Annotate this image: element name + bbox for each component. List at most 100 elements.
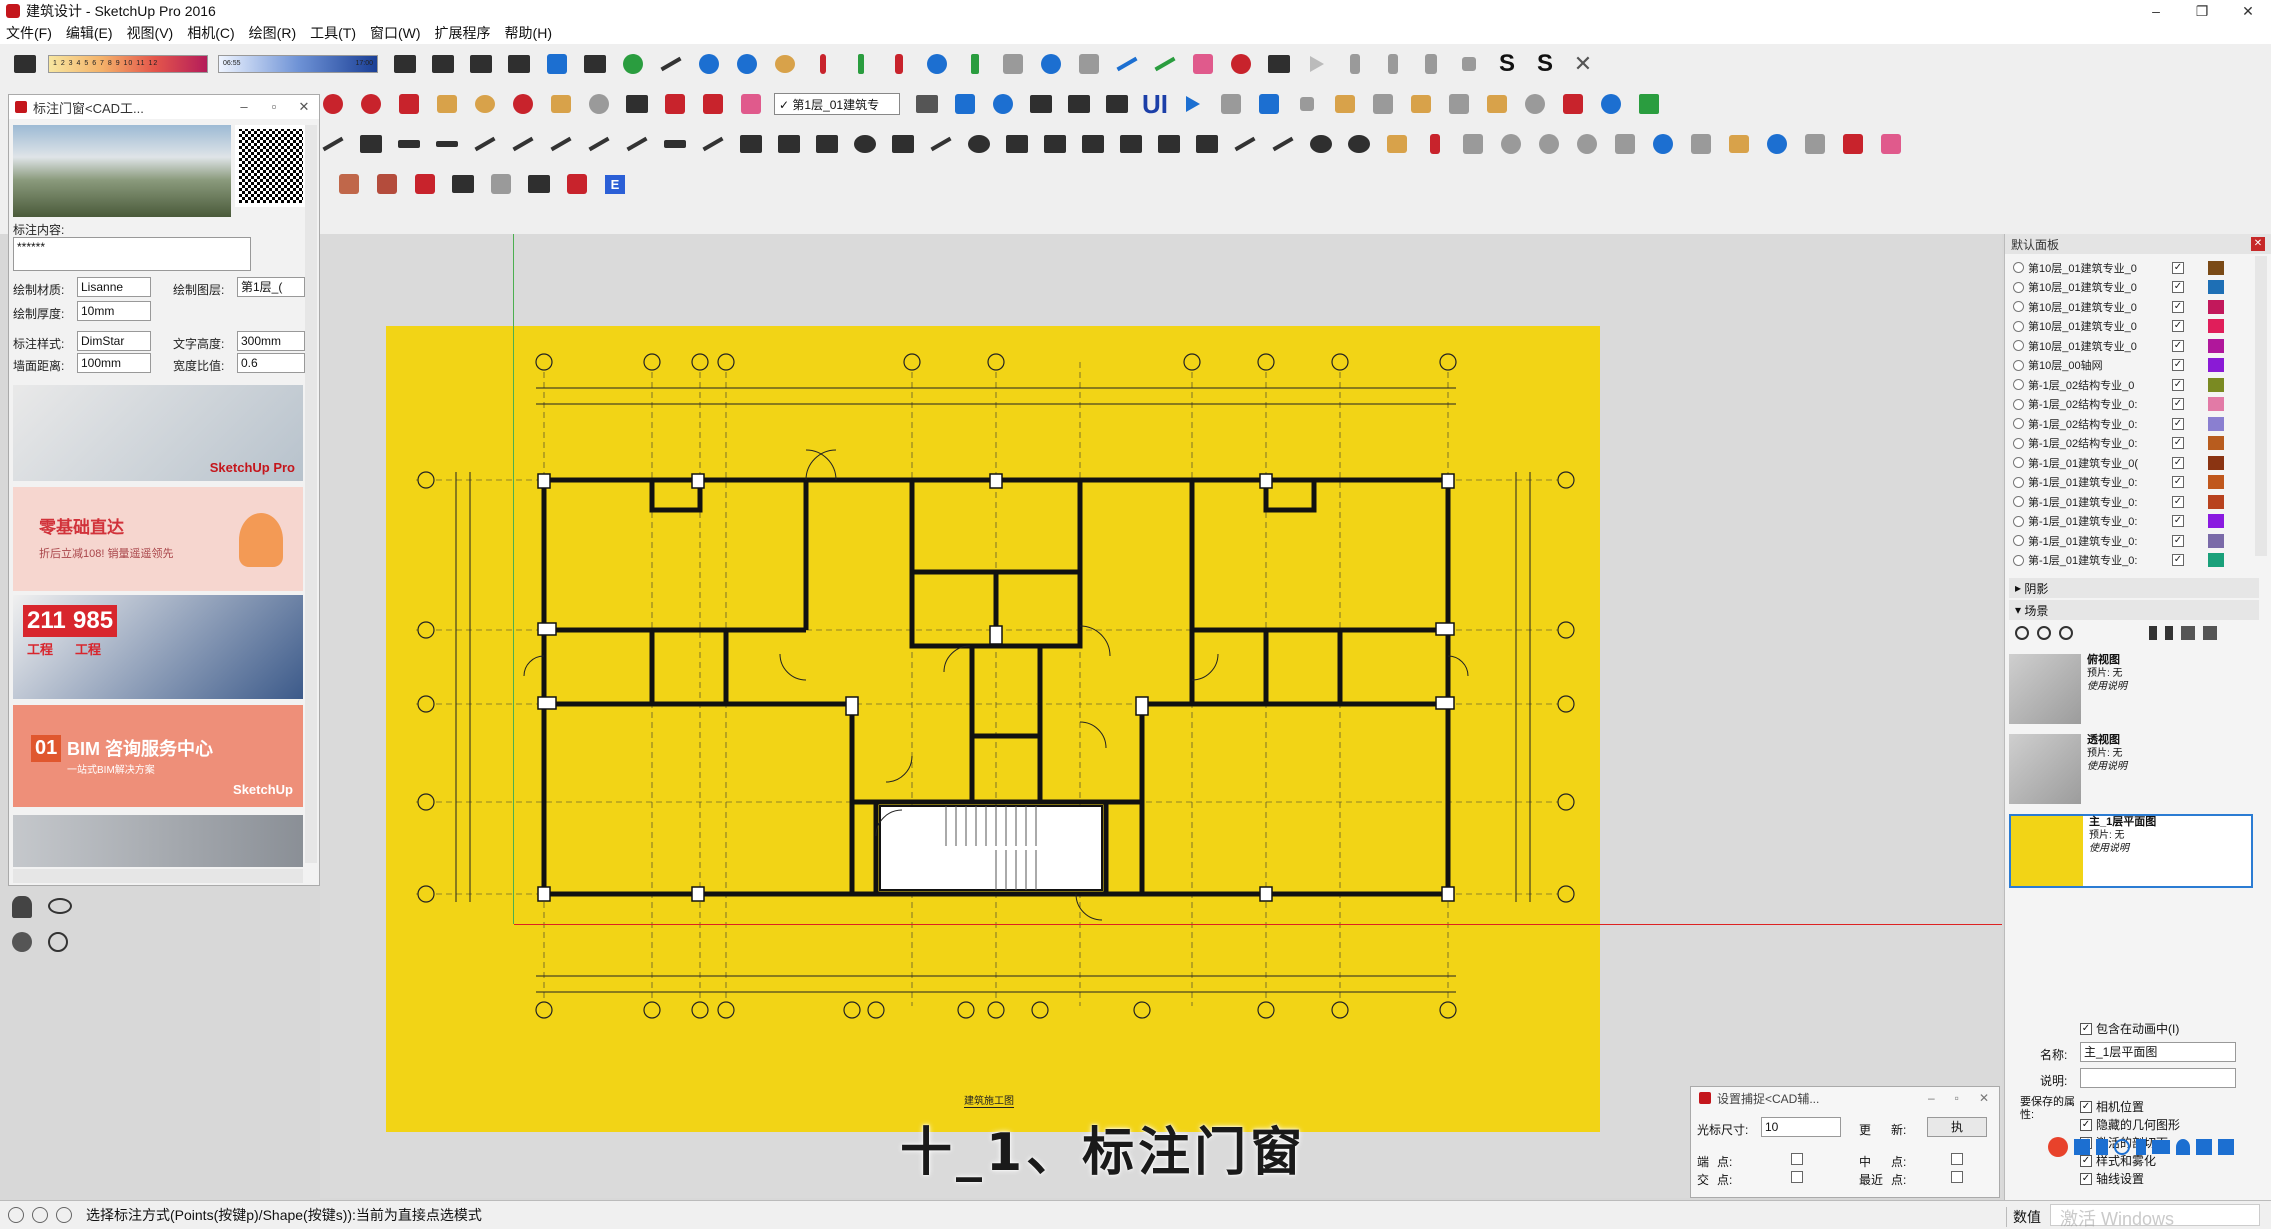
redo-icon[interactable] (732, 49, 762, 79)
tool-r-icon[interactable] (1040, 129, 1070, 159)
section-fill-icon[interactable] (950, 89, 980, 119)
layer-active-radio[interactable] (2013, 457, 2024, 468)
layer-color-swatch[interactable] (2208, 299, 2224, 314)
target-icon[interactable] (1226, 49, 1256, 79)
layer-color-swatch[interactable] (2208, 338, 2224, 353)
layer-row[interactable]: 第-1层_02结构专业_0: ✓ (2013, 414, 2243, 433)
shape1-icon[interactable] (1458, 129, 1488, 159)
nearest-checkbox[interactable] (1951, 1171, 1963, 1183)
include-anim-checkbox[interactable]: ✓ (2080, 1022, 2092, 1035)
tool-j-icon[interactable] (736, 129, 766, 159)
geo-location-icon[interactable] (8, 1207, 24, 1223)
tool-w-icon[interactable] (1230, 129, 1260, 159)
layer-visible-checkbox[interactable]: ✓ (2172, 320, 2184, 332)
note-icon[interactable] (1382, 129, 1412, 159)
eraser-pink-icon[interactable] (1876, 129, 1906, 159)
ime-shirt-icon[interactable] (2196, 1139, 2212, 1155)
layer-color-swatch[interactable] (2208, 260, 2224, 275)
box-gold2-icon[interactable] (1406, 89, 1436, 119)
back-icon[interactable] (1340, 49, 1370, 79)
menu-extensions[interactable]: 扩展程序 (435, 23, 491, 43)
wall-distance-input[interactable]: 100mm (77, 353, 151, 373)
ad-zero-banner[interactable]: 零基础直达 折后立减108! 销量遥遥领先 (13, 487, 303, 591)
shape6-icon[interactable] (1648, 129, 1678, 159)
scene-view-icon[interactable] (2181, 626, 2195, 640)
x-icon[interactable]: ✕ (1568, 49, 1598, 79)
paint-icon[interactable] (470, 89, 500, 119)
menu-file[interactable]: 文件(F) (6, 23, 52, 43)
tile4-icon[interactable] (448, 169, 478, 199)
move-red-icon[interactable] (808, 49, 838, 79)
layer-visible-checkbox[interactable]: ✓ (2172, 554, 2184, 566)
box-gray-icon[interactable] (1368, 89, 1398, 119)
ime-keyboard-icon[interactable] (2152, 1140, 2170, 1154)
tool-z-icon[interactable] (1344, 129, 1374, 159)
layer-visible-checkbox[interactable]: ✓ (2172, 495, 2184, 508)
scene-desc-input[interactable] (2080, 1068, 2236, 1088)
layer-visible-checkbox[interactable]: ✓ (2172, 437, 2184, 449)
look-eye-icon[interactable] (48, 898, 72, 914)
ad-211-985-banner[interactable]: 211 985 工程 工程 (13, 595, 303, 699)
layer-field[interactable]: 第1层_( (237, 277, 305, 297)
tool-s-icon[interactable] (1078, 129, 1108, 159)
pen-green-icon[interactable] (1150, 49, 1180, 79)
scene-section[interactable]: ▾ 场景 (2009, 600, 2259, 620)
shape8-icon[interactable] (1724, 129, 1754, 159)
panel-scrollbar[interactable] (305, 125, 317, 863)
tile1-icon[interactable] (334, 169, 364, 199)
ime-user-icon[interactable] (2176, 1139, 2190, 1155)
menu-edit[interactable]: 编辑(E) (66, 23, 113, 43)
layer-row[interactable]: 第10层_01建筑专业_0 ✓ (2013, 336, 2243, 355)
layer-row[interactable]: 第-1层_01建筑专业_0: ✓ (2013, 473, 2243, 492)
cursor-size-input[interactable]: 10 (1761, 1117, 1841, 1137)
panel-minimize-button[interactable]: – (229, 99, 259, 115)
copy-icon[interactable] (428, 49, 458, 79)
tool-x-icon[interactable] (1268, 129, 1298, 159)
move-cross-icon[interactable] (318, 89, 348, 119)
layer-color-swatch[interactable] (2208, 455, 2224, 470)
menu-help[interactable]: 帮助(H) (505, 23, 552, 43)
layer-active-radio[interactable] (2013, 320, 2024, 332)
footprints-icon[interactable] (12, 932, 32, 952)
orbit-green-icon[interactable] (618, 49, 648, 79)
zoom-icon[interactable] (584, 89, 614, 119)
panel-maximize-button[interactable]: ▫ (259, 99, 289, 115)
menu-camera[interactable]: 相机(C) (187, 23, 234, 43)
layer-visible-checkbox[interactable]: ✓ (2172, 417, 2184, 430)
scene-down-icon[interactable] (2165, 626, 2173, 640)
layer-visible-checkbox[interactable]: ✓ (2172, 456, 2184, 469)
layer-color-swatch[interactable] (2208, 416, 2224, 431)
e-icon[interactable]: E (600, 169, 630, 199)
intersect-checkbox[interactable] (1791, 1171, 1803, 1183)
tool-e-icon[interactable] (546, 129, 576, 159)
layer-row[interactable]: 第-1层_01建筑专业_0(✓ (2013, 453, 2243, 472)
layer-active-radio[interactable] (2013, 262, 2024, 273)
layer-row[interactable]: 第10层_01建筑专业_0 ✓ (2013, 278, 2243, 297)
tile2-icon[interactable] (372, 169, 402, 199)
s-down-icon[interactable]: S (1530, 49, 1560, 79)
stairs-icon[interactable] (356, 129, 386, 159)
walk-icon[interactable] (12, 896, 32, 918)
pan-icon[interactable] (546, 89, 576, 119)
axis-icon[interactable] (960, 49, 990, 79)
house-icon[interactable] (1482, 89, 1512, 119)
layer-color-swatch[interactable] (2208, 494, 2224, 509)
rewind-icon[interactable] (1416, 49, 1446, 79)
layer-active-radio[interactable] (2013, 398, 2024, 410)
snap-close-button[interactable]: ✕ (1979, 1091, 1989, 1105)
tool-c-icon[interactable] (470, 129, 500, 159)
zoom-extents-icon[interactable] (622, 89, 652, 119)
menu-tools[interactable]: 工具(T) (310, 23, 356, 43)
camera-pos-checkbox[interactable]: ✓ (2080, 1100, 2092, 1113)
brush-icon[interactable] (1420, 129, 1450, 159)
table-icon[interactable] (1026, 89, 1056, 119)
menu-view[interactable]: 视图(V) (127, 23, 174, 43)
layer-visible-checkbox[interactable]: ✓ (2172, 378, 2184, 391)
menu-window[interactable]: 窗口(W) (370, 23, 421, 43)
stack-icon[interactable] (504, 49, 534, 79)
cross-icon[interactable] (1036, 49, 1066, 79)
pen-blue-icon[interactable] (1112, 49, 1142, 79)
close-button[interactable]: ✕ (2225, 0, 2271, 22)
layer-row[interactable]: 第10层_01建筑专业_0 ✓ (2013, 317, 2243, 336)
ime-grid-icon[interactable] (2218, 1139, 2234, 1155)
